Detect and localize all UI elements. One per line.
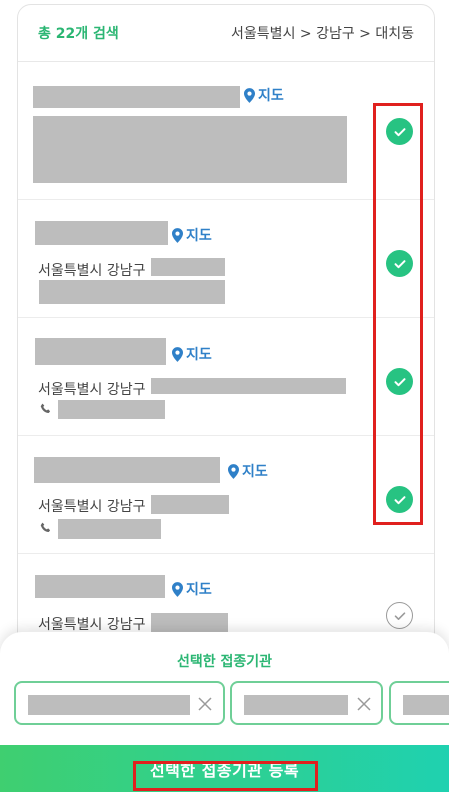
close-icon[interactable]: [356, 696, 372, 712]
selected-chip[interactable]: [389, 681, 449, 725]
redacted-address: [151, 613, 228, 632]
redacted-name: [34, 457, 220, 483]
redacted-phone: [58, 519, 161, 539]
check-icon: [394, 495, 405, 504]
phone-icon: [40, 403, 51, 413]
map-pin-icon: [172, 227, 183, 243]
register-button-label: 선택한 접종기관 등록: [149, 760, 300, 780]
map-pin-icon: [172, 346, 183, 362]
select-checkbox[interactable]: [386, 118, 413, 145]
sheet-title: 선택한 접종기관: [176, 654, 273, 670]
list-item[interactable]: 지도 서울특별시 강남구: [18, 436, 434, 554]
map-link[interactable]: 지도: [244, 85, 284, 105]
map-link[interactable]: 지도: [172, 579, 212, 599]
result-list-card: 총 22개 검색 서울특별시 > 강남구 > 대치동 지도 지도 서울특별시 강…: [17, 4, 435, 704]
redacted-name: [35, 575, 165, 598]
map-label: 지도: [242, 464, 268, 480]
list-item[interactable]: 지도 서울특별시 강남구: [18, 318, 434, 436]
map-label: 지도: [186, 582, 212, 598]
map-link[interactable]: 지도: [228, 461, 268, 481]
register-button[interactable]: 선택한 접종기관 등록: [0, 745, 449, 792]
redacted-name: [35, 338, 166, 365]
check-icon: [394, 259, 405, 268]
redacted-address: [151, 258, 225, 276]
select-checkbox[interactable]: [386, 250, 413, 277]
result-header: 총 22개 검색 서울특별시 > 강남구 > 대치동: [18, 5, 434, 62]
redacted-address: [151, 378, 346, 394]
select-checkbox[interactable]: [386, 602, 413, 629]
close-icon[interactable]: [197, 696, 213, 712]
redacted-chip-name: [244, 695, 348, 715]
list-item[interactable]: 지도 서울특별시 강남구: [18, 200, 434, 318]
check-icon: [394, 127, 405, 136]
redacted-chip-name: [28, 695, 190, 715]
address-prefix: 서울특별시 강남구: [38, 499, 146, 515]
phone-icon: [40, 522, 51, 532]
select-checkbox[interactable]: [386, 368, 413, 395]
map-link[interactable]: 지도: [172, 344, 212, 364]
redacted-address: [33, 116, 347, 183]
map-link[interactable]: 지도: [172, 225, 212, 245]
selected-chip[interactable]: [230, 681, 383, 725]
list-item[interactable]: 지도: [18, 63, 434, 200]
redacted-address-line2: [39, 280, 225, 304]
check-icon: [394, 377, 405, 386]
map-pin-icon: [244, 87, 255, 103]
map-label: 지도: [186, 347, 212, 363]
selected-chip[interactable]: [14, 681, 225, 725]
select-checkbox[interactable]: [386, 486, 413, 513]
map-label: 지도: [186, 228, 212, 244]
map-label: 지도: [258, 88, 284, 104]
redacted-address: [151, 495, 229, 514]
address-prefix: 서울특별시 강남구: [38, 617, 146, 633]
redacted-phone: [58, 400, 165, 419]
location-breadcrumb[interactable]: 서울특별시 > 강남구 > 대치동: [231, 23, 414, 43]
redacted-chip-name: [403, 695, 449, 715]
total-count: 총 22개 검색: [38, 26, 119, 42]
map-pin-icon: [228, 463, 239, 479]
map-pin-icon: [172, 581, 183, 597]
redacted-name: [35, 221, 168, 245]
address-prefix: 서울특별시 강남구: [38, 263, 146, 279]
check-icon: [394, 611, 405, 620]
address-prefix: 서울특별시 강남구: [38, 382, 146, 398]
redacted-name: [33, 86, 240, 108]
